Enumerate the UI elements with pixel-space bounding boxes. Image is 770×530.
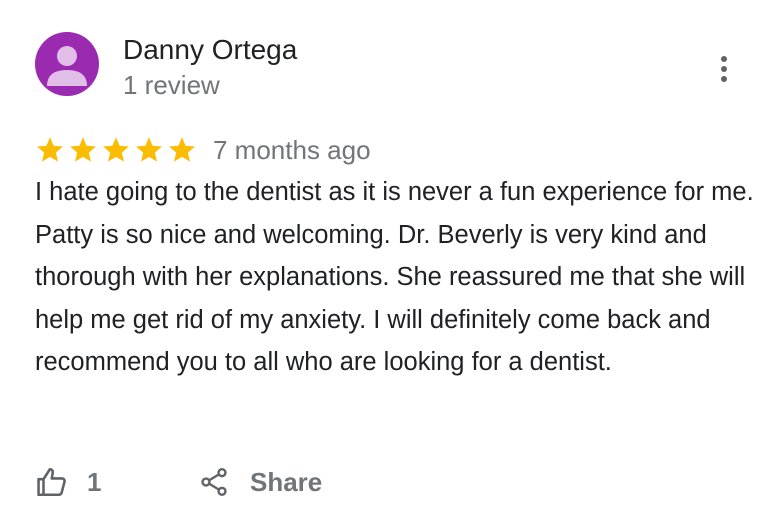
avatar[interactable] [35, 32, 99, 96]
rating-row: 7 months ago [35, 132, 371, 168]
share-button[interactable]: Share [198, 460, 322, 504]
star-icon [136, 137, 162, 162]
review-text: I hate going to the dentist as it is nev… [35, 178, 754, 376]
review-time: 7 months ago [213, 135, 371, 165]
author-name[interactable]: Danny Ortega [123, 32, 297, 68]
star-icon [169, 137, 195, 162]
more-vert-icon [721, 56, 727, 82]
person-avatar-icon [35, 32, 99, 96]
share-icon [201, 468, 227, 496]
star-icon [103, 137, 129, 162]
star-icon [37, 137, 63, 162]
more-options-button[interactable] [712, 55, 736, 83]
like-count: 1 [87, 466, 102, 497]
star-icon [70, 137, 96, 162]
share-label: Share [250, 466, 323, 497]
like-button[interactable]: 1 [35, 460, 101, 504]
star-rating [35, 135, 197, 165]
thumb-up-icon [37, 467, 66, 497]
review-count: 1 review [123, 70, 220, 100]
